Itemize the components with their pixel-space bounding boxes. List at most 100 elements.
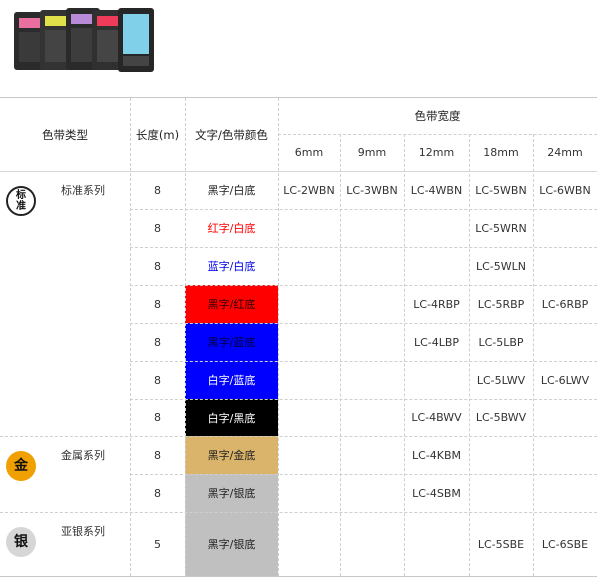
row-color-swatch: 黑字/白底 xyxy=(185,171,278,209)
header-width: 色带宽度 xyxy=(414,109,461,123)
row-code xyxy=(340,209,404,247)
row-code xyxy=(404,209,469,247)
row-code xyxy=(278,285,340,323)
tape-spec-table: 色带类型 长度(m) 文字/色带颜色 色带宽度 6mm 9mm 12mm 18mm 24mm 8 黑… xyxy=(0,97,597,577)
row-code xyxy=(340,247,404,285)
row-code: LC-5SBE xyxy=(477,537,525,551)
row-code xyxy=(278,247,340,285)
row-code: LC-4BWV xyxy=(411,411,462,424)
grid-hline xyxy=(278,134,597,135)
row-code: LC-5WRN xyxy=(475,221,527,235)
grid-hline xyxy=(0,171,597,172)
row-length: 8 xyxy=(154,297,161,311)
header-width-4: 24mm xyxy=(547,146,583,159)
row-code xyxy=(278,436,340,474)
row-code: LC-6WBN xyxy=(539,183,591,197)
grid-hline xyxy=(0,436,597,437)
standard-badge-icon: 标 准 xyxy=(6,186,36,216)
row-code: LC-4SBM xyxy=(412,486,461,500)
header-width-0: 6mm xyxy=(294,146,324,159)
row-code: LC-4WBN xyxy=(410,183,463,197)
row-code: LC-5WBN xyxy=(475,183,527,197)
grid-vline xyxy=(278,98,279,576)
row-code: LC-2WBN xyxy=(283,183,335,197)
header-width-3: 18mm xyxy=(483,146,519,159)
row-color-swatch: 黑字/金底 xyxy=(185,436,278,474)
grid-hline xyxy=(130,285,597,286)
row-code: LC-3WBN xyxy=(346,183,398,197)
row-color-swatch: 红字/白底 xyxy=(185,209,278,247)
grid-hline xyxy=(130,474,597,475)
row-length: 8 xyxy=(154,486,161,500)
row-code: LC-4LBP xyxy=(413,335,460,349)
row-length: 8 xyxy=(154,259,161,273)
row-color-swatch: 白字/黑底 xyxy=(185,399,278,436)
row-length: 8 xyxy=(154,183,161,197)
header-type: 色带类型 xyxy=(42,127,88,142)
row-code xyxy=(340,285,404,323)
silver-badge-icon: 银 xyxy=(6,527,36,557)
row-code: LC-5LBP xyxy=(478,335,524,349)
grid-vline xyxy=(469,134,470,576)
row-length: 8 xyxy=(154,448,161,462)
row-code xyxy=(533,209,597,247)
row-code xyxy=(278,399,340,436)
row-length: 8 xyxy=(154,373,161,387)
row-code: LC-5BWV xyxy=(475,411,527,424)
row-code xyxy=(533,323,597,361)
row-color-swatch: 黑字/蓝底 xyxy=(185,323,278,361)
row-code xyxy=(469,436,533,474)
grid-hline xyxy=(130,209,597,210)
row-code xyxy=(340,436,404,474)
row-code xyxy=(533,247,597,285)
row-length: 5 xyxy=(154,537,161,551)
row-code xyxy=(340,512,404,576)
row-code: LC-6SBE xyxy=(541,537,589,551)
row-code: LC-4RBP xyxy=(413,297,460,311)
gold-badge-icon: 金 xyxy=(6,451,36,481)
series-name: 亚银系列 xyxy=(61,525,105,538)
row-code xyxy=(340,474,404,512)
grid-vline xyxy=(340,134,341,576)
row-code xyxy=(278,512,340,576)
row-code: LC-4KBM xyxy=(411,448,462,462)
grid-hline xyxy=(130,247,597,248)
series-name: 标准系列 xyxy=(61,184,105,197)
row-code xyxy=(469,474,533,512)
row-code xyxy=(404,247,469,285)
tape-cassettes-image xyxy=(8,2,160,78)
grid-vline xyxy=(533,134,534,576)
row-length: 8 xyxy=(154,411,161,424)
row-code xyxy=(533,399,597,436)
row-code xyxy=(340,323,404,361)
row-code xyxy=(278,361,340,399)
row-code: LC-5LWV xyxy=(476,373,526,387)
row-code: LC-5WLN xyxy=(475,259,526,273)
row-color-swatch: 黑字/银底 xyxy=(185,474,278,512)
grid-vline xyxy=(404,134,405,576)
header-width-1: 9mm xyxy=(357,146,387,159)
header-color: 文字/色带颜色 xyxy=(195,127,268,142)
row-length: 8 xyxy=(154,221,161,235)
row-code xyxy=(340,399,404,436)
grid-hline xyxy=(0,512,597,513)
row-color-swatch: 黑字/红底 xyxy=(185,285,278,323)
row-code xyxy=(533,436,597,474)
grid-hline xyxy=(130,399,597,400)
row-length: 8 xyxy=(154,335,161,349)
grid-hline xyxy=(130,361,597,362)
row-code xyxy=(278,323,340,361)
grid-hline xyxy=(130,323,597,324)
row-code xyxy=(340,361,404,399)
row-code xyxy=(278,209,340,247)
series-name: 金属系列 xyxy=(61,449,105,462)
row-code: LC-6LWV xyxy=(540,373,590,387)
header-width-2: 12mm xyxy=(418,146,455,159)
row-code xyxy=(533,474,597,512)
grid-vline xyxy=(185,98,186,576)
header-length: 长度(m) xyxy=(135,127,180,142)
row-code: LC-6RBP xyxy=(541,297,589,311)
row-color-swatch: 白字/蓝底 xyxy=(185,361,278,399)
grid-vline xyxy=(130,98,131,576)
row-code xyxy=(404,512,469,576)
